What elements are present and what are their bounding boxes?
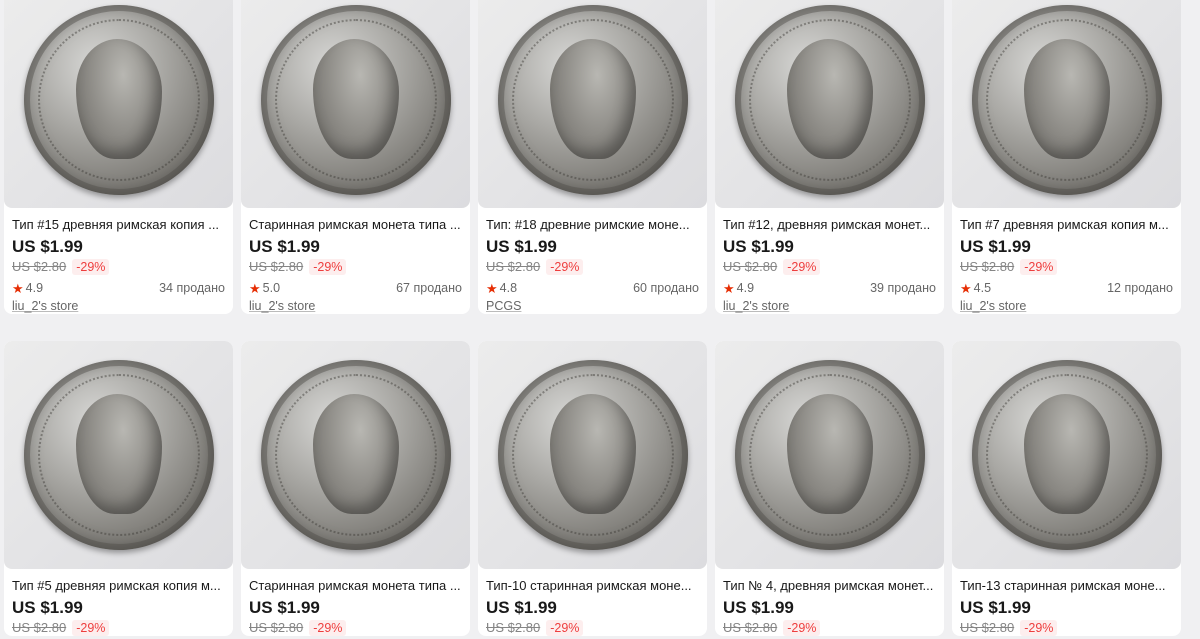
original-price: US $2.80 (960, 620, 1015, 635)
star-icon: ★ (249, 281, 261, 296)
product-title[interactable]: Тип #5 древняя римская копия м... (12, 578, 225, 594)
product-title[interactable]: Тип #15 древняя римская копия ... (12, 217, 225, 233)
product-card[interactable]: Тип #15 древняя римская копия ... US $1.… (4, 0, 233, 314)
product-card[interactable]: Тип #7 древняя римская копия м... US $1.… (952, 0, 1181, 314)
sold-count: 12 продано (1107, 281, 1173, 295)
discount-badge: -29% (783, 620, 821, 636)
product-image[interactable] (952, 341, 1181, 569)
product-card[interactable]: Старинная римская монета типа ... US $1.… (241, 341, 470, 636)
star-icon: ★ (12, 281, 24, 296)
product-title[interactable]: Тип: #18 древние римские моне... (486, 217, 699, 233)
product-card[interactable]: Старинная римская монета типа ... US $1.… (241, 0, 470, 314)
sold-count: 34 продано (159, 281, 225, 295)
coin-image (23, 5, 214, 195)
discount-badge: -29% (546, 259, 584, 275)
rating: ★ 5.0 (249, 281, 281, 296)
coin-image (23, 360, 214, 550)
product-card[interactable]: Тип #12, древняя римская монет... US $1.… (715, 0, 944, 314)
product-price: US $1.99 (960, 598, 1031, 617)
rating: ★ 4.9 (723, 281, 755, 296)
star-icon: ★ (960, 281, 972, 296)
product-image[interactable] (478, 341, 707, 569)
product-price: US $1.99 (723, 237, 794, 256)
product-price: US $1.99 (249, 598, 320, 617)
product-image[interactable] (478, 0, 707, 208)
original-price: US $2.80 (249, 259, 304, 274)
original-price: US $2.80 (723, 259, 778, 274)
original-price: US $2.80 (12, 259, 67, 274)
product-title[interactable]: Старинная римская монета типа ... (249, 217, 462, 233)
rating: ★ 4.5 (960, 281, 992, 296)
original-price: US $2.80 (486, 259, 541, 274)
original-price: US $2.80 (960, 259, 1015, 274)
star-icon: ★ (486, 281, 498, 296)
coin-image (497, 5, 688, 195)
original-price: US $2.80 (486, 620, 541, 635)
product-card[interactable]: Тип № 4, древняя римская монет... US $1.… (715, 341, 944, 636)
original-price: US $2.80 (723, 620, 778, 635)
original-price: US $2.80 (12, 620, 67, 635)
sold-count: 60 продано (633, 281, 699, 295)
product-card[interactable]: Тип: #18 древние римские моне... US $1.9… (478, 0, 707, 314)
rating: ★ 4.8 (486, 281, 518, 296)
product-card[interactable]: Тип #5 древняя римская копия м... US $1.… (4, 341, 233, 636)
product-image[interactable] (241, 0, 470, 208)
sold-count: 67 продано (396, 281, 462, 295)
discount-badge: -29% (309, 620, 347, 636)
coin-image (497, 360, 688, 550)
product-image[interactable] (241, 341, 470, 569)
store-link[interactable]: liu_2's store (249, 299, 462, 314)
store-link[interactable]: liu_2's store (12, 299, 225, 314)
product-grid: Тип #15 древняя римская копия ... US $1.… (0, 0, 1200, 639)
coin-image (734, 5, 925, 195)
product-price: US $1.99 (486, 237, 557, 256)
discount-badge: -29% (1020, 259, 1058, 275)
product-image[interactable] (952, 0, 1181, 208)
discount-badge: -29% (546, 620, 584, 636)
store-link[interactable]: liu_2's store (960, 299, 1173, 314)
product-image[interactable] (715, 341, 944, 569)
coin-image (260, 5, 451, 195)
product-title[interactable]: Тип № 4, древняя римская монет... (723, 578, 936, 594)
product-price: US $1.99 (12, 598, 83, 617)
product-price: US $1.99 (486, 598, 557, 617)
product-title[interactable]: Тип #7 древняя римская копия м... (960, 217, 1173, 233)
sold-count: 39 продано (870, 281, 936, 295)
discount-badge: -29% (1020, 620, 1058, 636)
product-price: US $1.99 (249, 237, 320, 256)
coin-image (971, 360, 1162, 550)
product-card[interactable]: Тип-13 старинная римская моне... US $1.9… (952, 341, 1181, 636)
product-title[interactable]: Тип-10 старинная римская моне... (486, 578, 699, 594)
rating: ★ 4.9 (12, 281, 44, 296)
original-price: US $2.80 (249, 620, 304, 635)
product-title[interactable]: Тип-13 старинная римская моне... (960, 578, 1173, 594)
discount-badge: -29% (72, 259, 110, 275)
product-title[interactable]: Старинная римская монета типа ... (249, 578, 462, 594)
product-image[interactable] (4, 0, 233, 208)
star-icon: ★ (723, 281, 735, 296)
product-title[interactable]: Тип #12, древняя римская монет... (723, 217, 936, 233)
product-price: US $1.99 (12, 237, 83, 256)
coin-image (734, 360, 925, 550)
store-link[interactable]: PCGS (486, 299, 699, 314)
product-price: US $1.99 (723, 598, 794, 617)
coin-image (971, 5, 1162, 195)
product-image[interactable] (4, 341, 233, 569)
product-card[interactable]: Тип-10 старинная римская моне... US $1.9… (478, 341, 707, 636)
product-image[interactable] (715, 0, 944, 208)
coin-image (260, 360, 451, 550)
discount-badge: -29% (309, 259, 347, 275)
discount-badge: -29% (783, 259, 821, 275)
store-link[interactable]: liu_2's store (723, 299, 936, 314)
discount-badge: -29% (72, 620, 110, 636)
product-price: US $1.99 (960, 237, 1031, 256)
